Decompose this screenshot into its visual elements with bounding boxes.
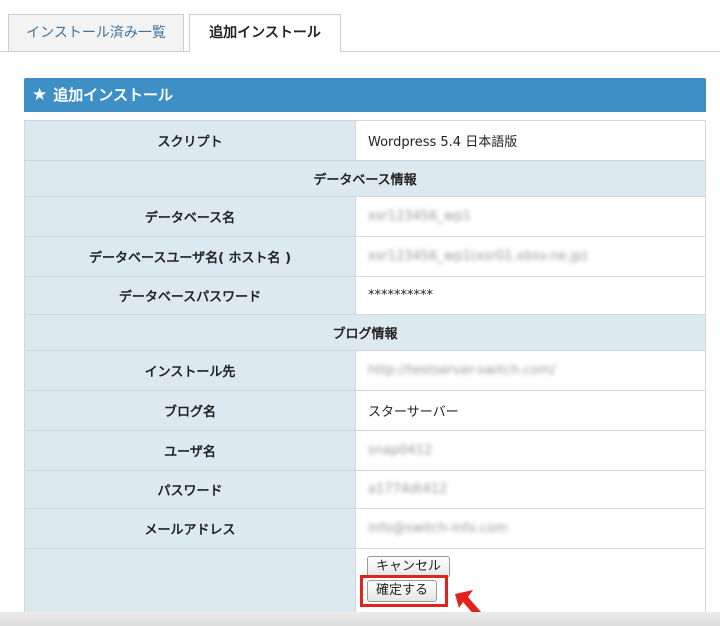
tab-add-install[interactable]: 追加インストール (189, 14, 341, 52)
section-db: データベース情報 (24, 160, 706, 197)
tab-bar: インストール済み一覧 追加インストール (0, 0, 720, 52)
row-label: データベース名 (24, 196, 356, 237)
table-row: データベース名 xsr123456_wp1 (24, 196, 706, 237)
table-row: データベースパスワード ********** (24, 276, 706, 315)
row-value-cell: a1774dt412 (355, 470, 706, 509)
button-row-label (24, 548, 356, 615)
section-blog: ブログ情報 (24, 314, 706, 351)
table-row: ユーザ名 snap0412 (24, 430, 706, 471)
row-value: スターサーバー (355, 390, 706, 431)
table-row: ブログ名 スターサーバー (24, 390, 706, 431)
row-label: ブログ名 (24, 390, 356, 431)
row-value-cell: http://testserver-switch.com/ (355, 350, 706, 391)
panel-title: 追加インストール (53, 86, 173, 104)
row-value: a1774dt412 (368, 482, 448, 497)
row-label: インストール先 (24, 350, 356, 391)
table-row: スクリプト Wordpress 5.4 日本語版 (24, 120, 706, 161)
row-value-cell: xsr123456_wp1(xsr01.xbsv.ne.jp) (355, 236, 706, 277)
row-value: Wordpress 5.4 日本語版 (355, 120, 706, 161)
star-icon: ★ (32, 85, 48, 105)
section-row: データベース情報 (24, 160, 706, 197)
bottom-edge (0, 612, 720, 626)
row-value: xsr123456_wp1 (368, 209, 472, 224)
table-row: メールアドレス info@switch-info.com (24, 508, 706, 549)
row-value: info@switch-info.com (368, 521, 508, 536)
row-label: パスワード (24, 470, 356, 509)
tab-installed-list[interactable]: インストール済み一覧 (8, 14, 184, 51)
panel-header: ★ 追加インストール (24, 78, 706, 112)
install-info-table: スクリプト Wordpress 5.4 日本語版 データベース情報 データベース… (24, 120, 706, 615)
section-row: ブログ情報 (24, 314, 706, 351)
row-value: http://testserver-switch.com/ (368, 363, 556, 378)
table-row: インストール先 http://testserver-switch.com/ (24, 350, 706, 391)
table-row: データベースユーザ名( ホスト名 ) xsr123456_wp1(xsr01.x… (24, 236, 706, 277)
row-label: ユーザ名 (24, 430, 356, 471)
row-value: ********** (355, 276, 706, 315)
confirm-button[interactable]: 確定する (367, 580, 437, 602)
row-label: メールアドレス (24, 508, 356, 549)
row-value: xsr123456_wp1(xsr01.xbsv.ne.jp) (368, 249, 588, 264)
row-label: スクリプト (24, 120, 356, 161)
row-label: データベースパスワード (24, 276, 356, 315)
row-label: データベースユーザ名( ホスト名 ) (24, 236, 356, 277)
row-value: snap0412 (368, 443, 433, 458)
table-row: パスワード a1774dt412 (24, 470, 706, 509)
row-value-cell: info@switch-info.com (355, 508, 706, 549)
row-value-cell: snap0412 (355, 430, 706, 471)
row-value-cell: xsr123456_wp1 (355, 196, 706, 237)
